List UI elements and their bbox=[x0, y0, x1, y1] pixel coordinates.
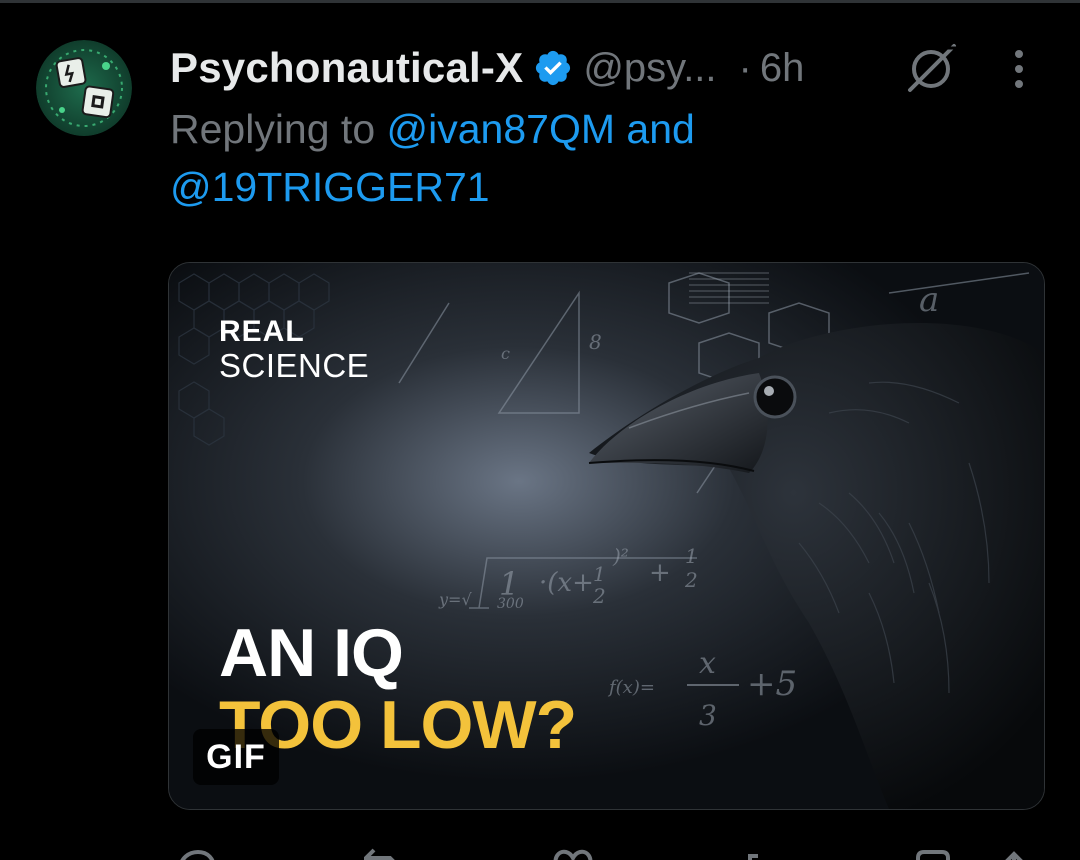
svg-text:2: 2 bbox=[684, 568, 698, 592]
svg-text:3: 3 bbox=[699, 699, 717, 732]
reply-icon[interactable] bbox=[174, 846, 220, 860]
svg-text:·(x+: ·(x+ bbox=[539, 568, 594, 598]
brand-line-2: SCIENCE bbox=[219, 347, 370, 384]
brand-line-1: REAL bbox=[219, 315, 305, 348]
media-gif[interactable]: 8 c a 1 300 ·(x+ 1 2 )² + 1 2 y=√ f(x)= … bbox=[168, 262, 1045, 810]
svg-text:1: 1 bbox=[593, 562, 606, 586]
share-icon[interactable] bbox=[992, 846, 1038, 860]
avatar[interactable] bbox=[36, 40, 132, 136]
svg-text:)²: )² bbox=[612, 544, 629, 568]
svg-text:8: 8 bbox=[589, 330, 602, 354]
tweet-action-bar bbox=[170, 836, 1040, 860]
user-handle[interactable]: @psy... bbox=[583, 46, 716, 91]
gif-headline-line-1: AN IQ bbox=[219, 615, 404, 691]
display-name[interactable]: Psychonautical-X bbox=[170, 44, 523, 92]
svg-text:1: 1 bbox=[685, 544, 698, 568]
svg-text:f(x)=: f(x)= bbox=[607, 677, 655, 698]
svg-text:x: x bbox=[699, 646, 716, 681]
svg-text:a: a bbox=[919, 280, 939, 320]
replying-joiner: and bbox=[615, 106, 695, 152]
svg-text:+5: +5 bbox=[747, 664, 797, 704]
verified-badge-icon bbox=[536, 50, 571, 86]
like-icon[interactable] bbox=[550, 846, 596, 860]
bookmark-icon[interactable] bbox=[910, 846, 956, 860]
timestamp[interactable]: 6h bbox=[760, 46, 805, 91]
mention-link-1[interactable]: @ivan87QM bbox=[387, 106, 615, 152]
svg-text:2: 2 bbox=[592, 584, 606, 608]
brand-logo: REAL SCIENCE bbox=[219, 315, 370, 384]
views-icon[interactable] bbox=[740, 846, 786, 860]
more-vertical-icon[interactable] bbox=[1004, 44, 1034, 94]
svg-text:c: c bbox=[501, 344, 510, 363]
separator-dot: · bbox=[738, 45, 752, 90]
tweet-header: Psychonautical-X @psy... · 6h bbox=[170, 38, 804, 98]
avatar-image bbox=[36, 40, 132, 136]
grok-icon[interactable] bbox=[902, 40, 960, 98]
replying-prefix: Replying to bbox=[170, 106, 387, 152]
svg-text:y=√: y=√ bbox=[438, 590, 472, 609]
mention-link-2[interactable]: @19TRIGGER71 bbox=[170, 164, 490, 210]
gif-badge: GIF bbox=[193, 729, 279, 785]
repost-icon[interactable] bbox=[360, 846, 406, 860]
svg-text:+: + bbox=[649, 558, 671, 588]
top-divider bbox=[0, 0, 1080, 3]
replying-to: Replying to @ivan87QM and @19TRIGGER71 bbox=[170, 100, 1030, 216]
svg-text:300: 300 bbox=[497, 596, 524, 612]
